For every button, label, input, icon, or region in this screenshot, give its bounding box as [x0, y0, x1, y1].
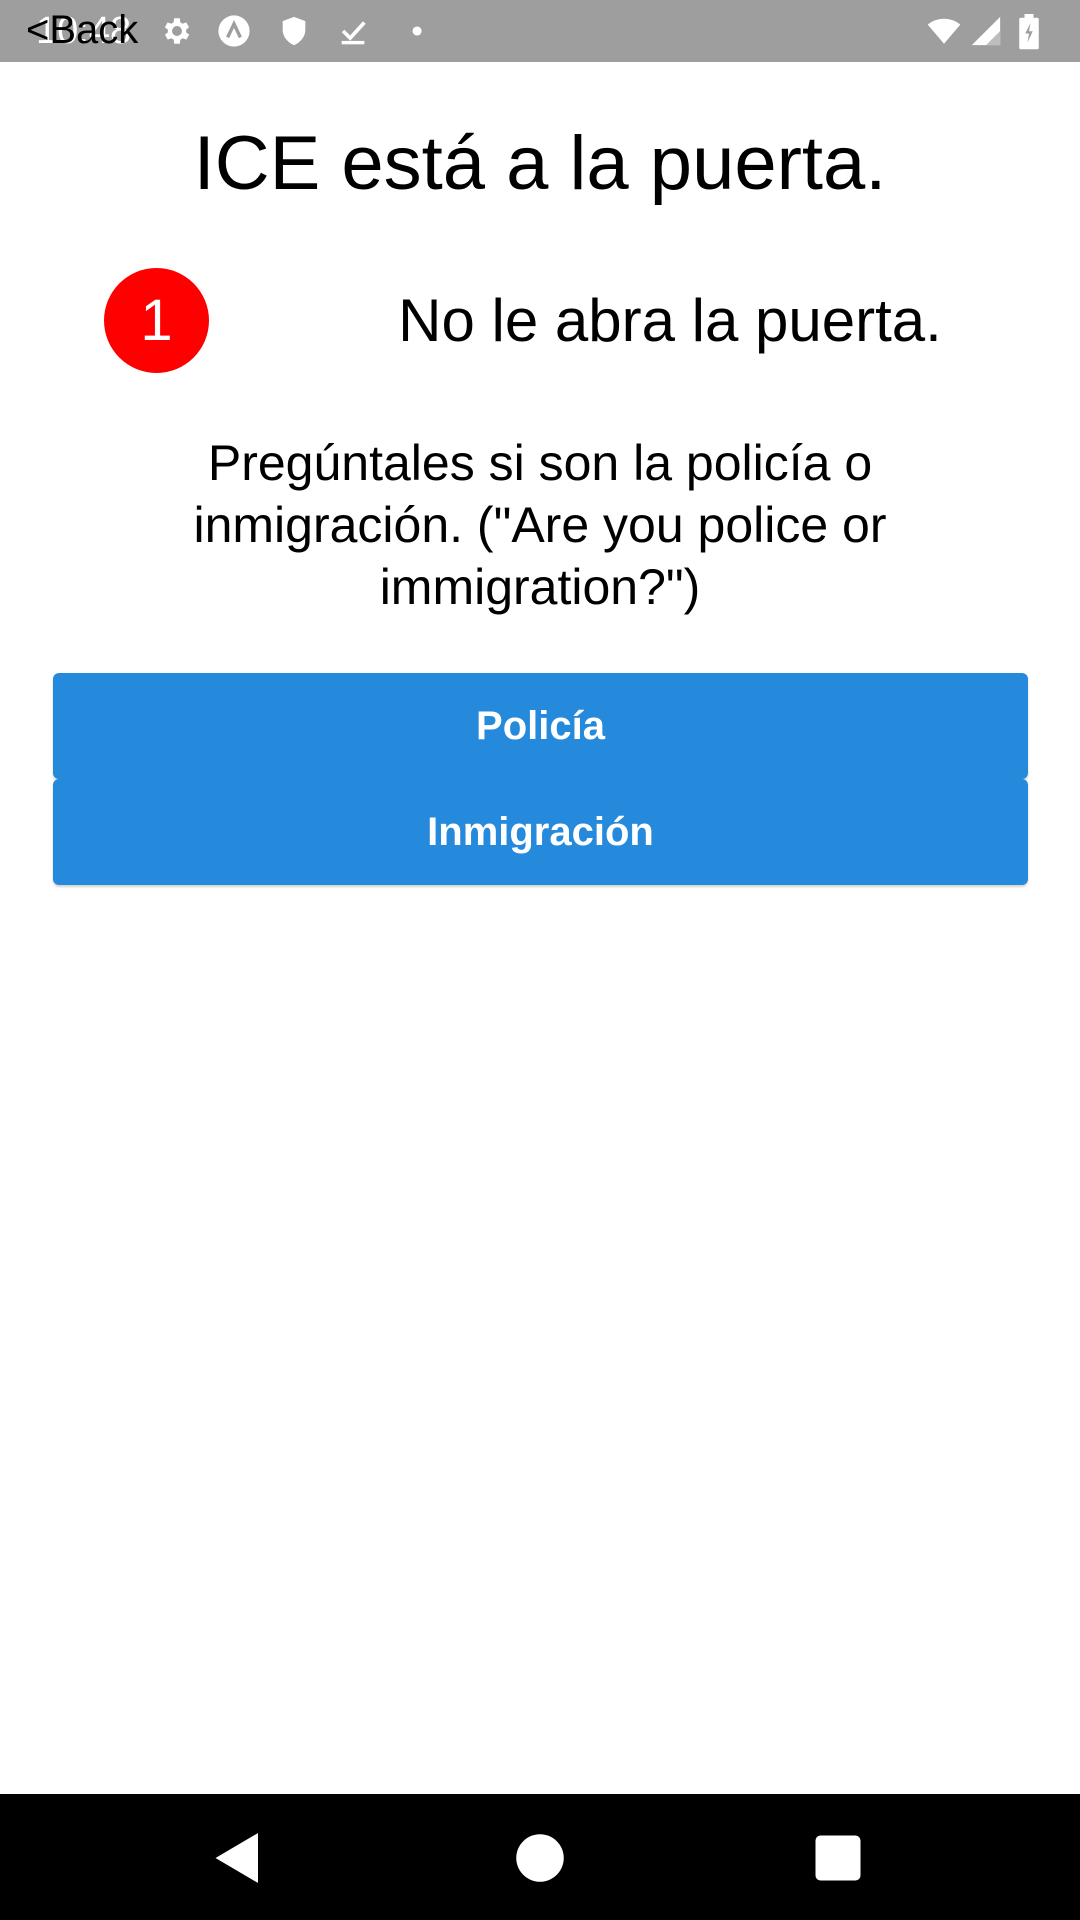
settings-icon: [160, 14, 194, 48]
battery-icon: [1018, 14, 1046, 50]
recents-nav-icon[interactable]: [808, 1828, 868, 1888]
app-a-icon: [217, 14, 251, 48]
back-link[interactable]: <Back: [26, 8, 138, 53]
shield-icon: [277, 14, 311, 48]
status-bar: 10:48 <Back: [0, 0, 1080, 62]
home-nav-icon[interactable]: [510, 1828, 570, 1888]
signal-icon: [968, 14, 1004, 48]
step-number-badge: 1: [104, 268, 209, 373]
page-title: ICE está a la puerta.: [193, 121, 887, 206]
screen: 10:48 <Back ICE está a la puerta. 1 No l…: [0, 0, 1080, 1920]
immigration-button[interactable]: Inmigración: [53, 779, 1028, 885]
back-nav-icon[interactable]: [208, 1828, 268, 1888]
dot-icon: [393, 14, 427, 48]
wifi-icon: [923, 14, 965, 48]
navigation-bar: [0, 1794, 1080, 1920]
police-button[interactable]: Policía: [53, 673, 1028, 779]
step-text: No le abra la puerta.: [398, 287, 942, 354]
question-prompt: Pregúntales si son la policía o inmigrac…: [193, 435, 887, 615]
download-done-icon: [336, 14, 370, 48]
